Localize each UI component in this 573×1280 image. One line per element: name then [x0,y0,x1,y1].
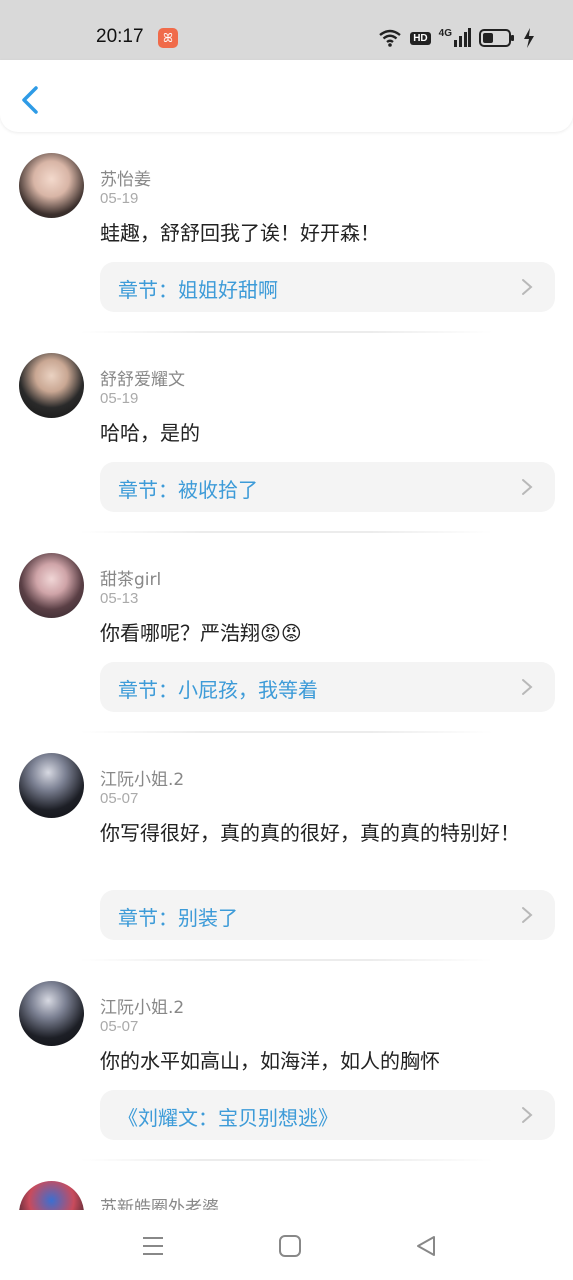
chevron-right-icon [522,1107,533,1123]
comment-text: 你看哪呢？严浩翔😡😡 [100,621,302,645]
back-triangle-icon[interactable] [412,1232,440,1260]
commenter-name[interactable]: 江阮小姐.2 [100,765,184,790]
avatar[interactable] [19,153,84,218]
comment-text: 你的水平如高山，如海洋，如人的胸怀 [100,1049,440,1073]
avatar[interactable] [19,553,84,618]
menu-icon[interactable] [139,1232,167,1260]
signal-bars-icon [454,28,471,47]
charging-icon [524,28,534,48]
chapter-label: 章节：小屁孩，我等着 [118,678,318,702]
divider [80,531,493,533]
divider [80,331,493,333]
avatar[interactable] [19,981,84,1046]
comment-text: 你写得很好，真的真的很好，真的真的特别好！ [100,821,520,845]
chevron-right-icon [522,907,533,923]
commenter-name[interactable]: 甜茶girl [100,565,161,590]
comment-date: 05-19 [100,390,139,407]
app-notification-icon: ꕤ [158,28,178,48]
comment-date: 05-19 [100,190,139,207]
avatar[interactable] [19,1181,84,1210]
chevron-right-icon [522,679,533,695]
chapter-label: 章节：姐姐好甜啊 [118,278,278,302]
comment-text: 蛙趣，舒舒回我了诶！好开森！ [100,221,380,245]
status-bar: 20:17 ꕤ HD 4G [0,0,573,60]
chapter-link[interactable]: 章节：姐姐好甜啊 [100,262,555,312]
hd-icon: HD [410,31,431,45]
avatar[interactable] [19,353,84,418]
header-bar [0,60,573,132]
divider [80,1159,493,1161]
commenter-name[interactable]: 苏怡姜 [100,165,151,190]
commenter-name[interactable]: 舒舒爱耀文 [100,365,185,390]
chapter-label: 《刘耀文：宝贝别想逃》 [118,1106,338,1130]
chevron-right-icon [522,479,533,495]
chapter-label: 章节：被收拾了 [118,478,258,502]
commenter-name[interactable]: 苏新皓圈外老婆 [100,1193,219,1210]
comment-date: 05-13 [100,590,139,607]
comment-date: 05-07 [100,1018,139,1035]
chapter-link[interactable]: 章节：小屁孩，我等着 [100,662,555,712]
home-icon[interactable] [276,1232,304,1260]
battery-icon [479,29,514,47]
back-chevron-icon[interactable] [14,82,50,118]
network-type-label: 4G [438,28,452,39]
wifi-icon [379,29,401,47]
status-time: 20:17 [96,26,144,47]
avatar[interactable] [19,753,84,818]
chevron-right-icon [522,279,533,295]
chapter-link[interactable]: 章节：被收拾了 [100,462,555,512]
chapter-label: 章节：别装了 [118,906,238,930]
chapter-link[interactable]: 《刘耀文：宝贝别想逃》 [100,1090,555,1140]
commenter-name[interactable]: 江阮小姐.2 [100,993,184,1018]
comment-feed[interactable]: 苏怡姜 05-19 蛙趣，舒舒回我了诶！好开森！ 章节：姐姐好甜啊 舒舒爱耀文 … [0,132,573,1210]
chapter-link[interactable]: 章节：别装了 [100,890,555,940]
divider [80,731,493,733]
comment-text: 哈哈，是的 [100,421,200,445]
signal-icon: 4G [439,28,471,48]
comment-date: 05-07 [100,790,139,807]
status-icons: HD 4G [378,26,535,50]
system-nav-bar [0,1210,573,1280]
divider [80,959,493,961]
